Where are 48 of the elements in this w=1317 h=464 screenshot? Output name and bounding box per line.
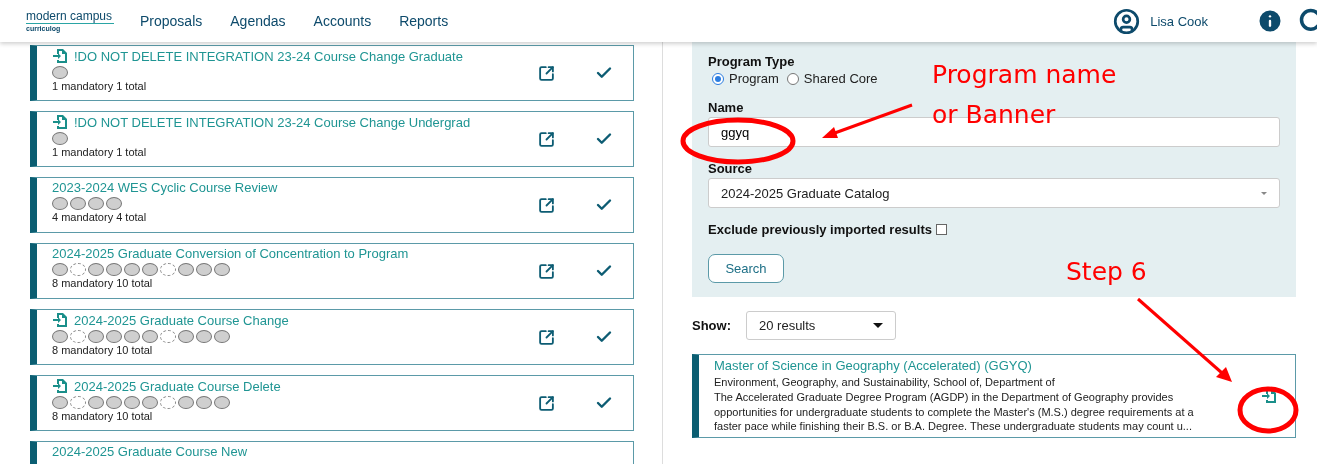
process-title[interactable]: 2024-2025 Graduate Conversion of Concentration to Program	[52, 246, 409, 261]
annotation-text: Program name	[932, 60, 1117, 90]
show-label: Show:	[692, 318, 731, 333]
step-summary: 4 mandatory 4 total	[52, 211, 148, 223]
annotation-text: Step 6	[1066, 257, 1147, 287]
step-summary: 8 mandatory 10 total	[52, 344, 154, 356]
source-select[interactable]: 2024-2025 Graduate Catalog	[708, 178, 1280, 208]
radio-option[interactable]: Shared Core	[786, 71, 878, 86]
field-label: Name	[708, 100, 744, 115]
open-external-button[interactable]	[538, 196, 555, 214]
import-file-icon	[52, 48, 68, 64]
process-title[interactable]: 2024-2025 Graduate Course New	[52, 444, 248, 459]
search-button[interactable]: Search	[708, 254, 784, 283]
step-summary: 1 mandatory 1 total	[52, 146, 148, 158]
info-icon[interactable]	[1256, 7, 1284, 35]
checkbox-label: Exclude previously imported results	[708, 222, 932, 237]
nav-link[interactable]: Reports	[399, 13, 449, 29]
radio-option[interactable]: Program	[712, 71, 779, 86]
highlight-ellipse-overlay	[1237, 386, 1299, 434]
nav-link[interactable]: Agendas	[230, 13, 286, 29]
step-summary: 8 mandatory 10 total	[52, 410, 154, 422]
field-label: Program Type	[708, 54, 795, 69]
result-department: Environment, Geography, and Sustainability, School of, Department of	[714, 375, 1056, 390]
results-select[interactable]: 20 results	[746, 311, 896, 340]
process-title[interactable]: !DO NOT DELETE INTEGRATION 23-24 Course Change Graduate	[74, 48, 463, 64]
nav-link[interactable]: Accounts	[313, 13, 372, 29]
process-title[interactable]: 2024-2025 Graduate Course Change	[74, 312, 289, 328]
open-external-button[interactable]	[538, 394, 555, 412]
import-file-icon	[52, 378, 68, 394]
open-external-button[interactable]	[538, 262, 555, 280]
process-title[interactable]: 2024-2025 Graduate Course Delete	[74, 378, 281, 394]
nav-link[interactable]: Proposals	[140, 13, 203, 29]
open-external-button[interactable]	[538, 130, 555, 148]
process-title[interactable]: 2023-2024 WES Cyclic Course Review	[52, 180, 278, 195]
open-external-button[interactable]	[538, 328, 555, 346]
user-icon[interactable]	[1113, 7, 1141, 35]
user-name[interactable]: Lisa Cook	[1150, 13, 1208, 29]
step-summary: 8 mandatory 10 total	[52, 277, 154, 289]
field-label: Source	[708, 161, 753, 176]
open-external-button[interactable]	[538, 64, 555, 82]
result-title[interactable]: Master of Science in Geography (Accelerated) (GGYQ)	[714, 358, 1253, 373]
result-description: The Accelerated Graduate Degree Program (AGDP) in the Department of Geography provides opportunities for undergraduate students to complete the Master's (M.S.) degree requirements at a faster pace while finishing their B.S. or B.A. Degree. These undergraduate students may count u...	[714, 390, 1195, 434]
import-file-icon	[52, 312, 68, 328]
process-title[interactable]: !DO NOT DELETE INTEGRATION 23-24 Course Change Undergrad	[74, 114, 471, 130]
checkbox[interactable]	[935, 224, 947, 235]
logo-name: modern campus	[26, 9, 114, 24]
step-summary: 1 mandatory 1 total	[52, 80, 148, 92]
import-file-icon	[52, 114, 68, 130]
